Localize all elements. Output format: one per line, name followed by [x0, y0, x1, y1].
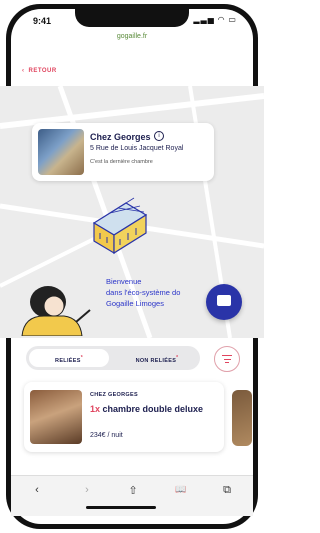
filter-icon [223, 358, 231, 360]
hotel-card[interactable]: Chez Georges i 5 Rue de Louis Jacquet Ro… [32, 123, 214, 181]
status-time: 9:41 [33, 16, 52, 26]
browser-forward-icon[interactable]: › [77, 484, 97, 502]
next-listing-card[interactable] [232, 390, 252, 446]
browser-back-icon[interactable]: ‹ [27, 484, 47, 502]
welcome-line: Bienvenue [106, 277, 142, 286]
back-link[interactable]: ‹ RETOUR [22, 68, 57, 74]
room-type: chambre double deluxe [102, 404, 204, 414]
tab-unlinked[interactable]: NON RELIÉES* [122, 346, 192, 370]
welcome-message: Bienvenue dans l'éco-système do Gogaille… [106, 276, 180, 309]
room-photo [30, 390, 82, 444]
filter-button[interactable] [214, 346, 240, 372]
welcome-line: Gogaille Limoges [106, 299, 164, 308]
hotel-photo [38, 129, 84, 175]
room-listing-card[interactable]: CHEZ GEORGES 1x chambre double deluxe 23… [24, 382, 224, 452]
room-quantity: 1x [90, 404, 101, 414]
welcome-line: dans l'éco-système do [106, 288, 181, 297]
hotel-address: 5 Rue de Louis Jacquet Royal [90, 145, 184, 152]
status-icons: ▂▃▅ ◠ ▭ [193, 15, 237, 24]
building-illustration [92, 197, 148, 255]
tabs-icon[interactable]: ⧉ [217, 484, 237, 502]
hotel-note: C'est la dernière chambre [90, 159, 153, 165]
notch [75, 9, 189, 27]
tab-linked-mark: * [80, 355, 83, 361]
share-icon[interactable]: ⇧ [123, 484, 143, 502]
back-arrow-icon: ‹ [22, 68, 25, 74]
filter-icon [225, 362, 229, 364]
tab-unlinked-label: NON RELIÉES [135, 357, 177, 364]
tab-unlinked-mark: * [176, 355, 179, 361]
mascot-illustration [21, 286, 91, 336]
filter-icon [222, 355, 232, 357]
chat-icon [217, 295, 231, 306]
home-indicator [86, 506, 156, 509]
relation-toggle[interactable]: RELIÉES* NON RELIÉES* [26, 346, 200, 370]
url-bar[interactable]: gogaille.fr [11, 33, 253, 49]
bookmarks-icon[interactable]: 📖 [171, 484, 191, 502]
room-price: 234€ / nuit [90, 432, 123, 439]
back-label: RETOUR [28, 68, 57, 74]
info-icon[interactable]: i [154, 131, 164, 141]
browser-toolbar: ‹ › ⇧ 📖 ⧉ [11, 475, 253, 516]
listing-hotel-name: CHEZ GEORGES [90, 392, 138, 398]
tab-linked[interactable]: RELIÉES* [29, 349, 109, 367]
chat-button[interactable] [206, 284, 242, 320]
tab-linked-label: RELIÉES [55, 357, 81, 364]
room-title: 1x chambre double deluxe [90, 404, 220, 415]
hotel-name: Chez Georges [90, 132, 151, 142]
